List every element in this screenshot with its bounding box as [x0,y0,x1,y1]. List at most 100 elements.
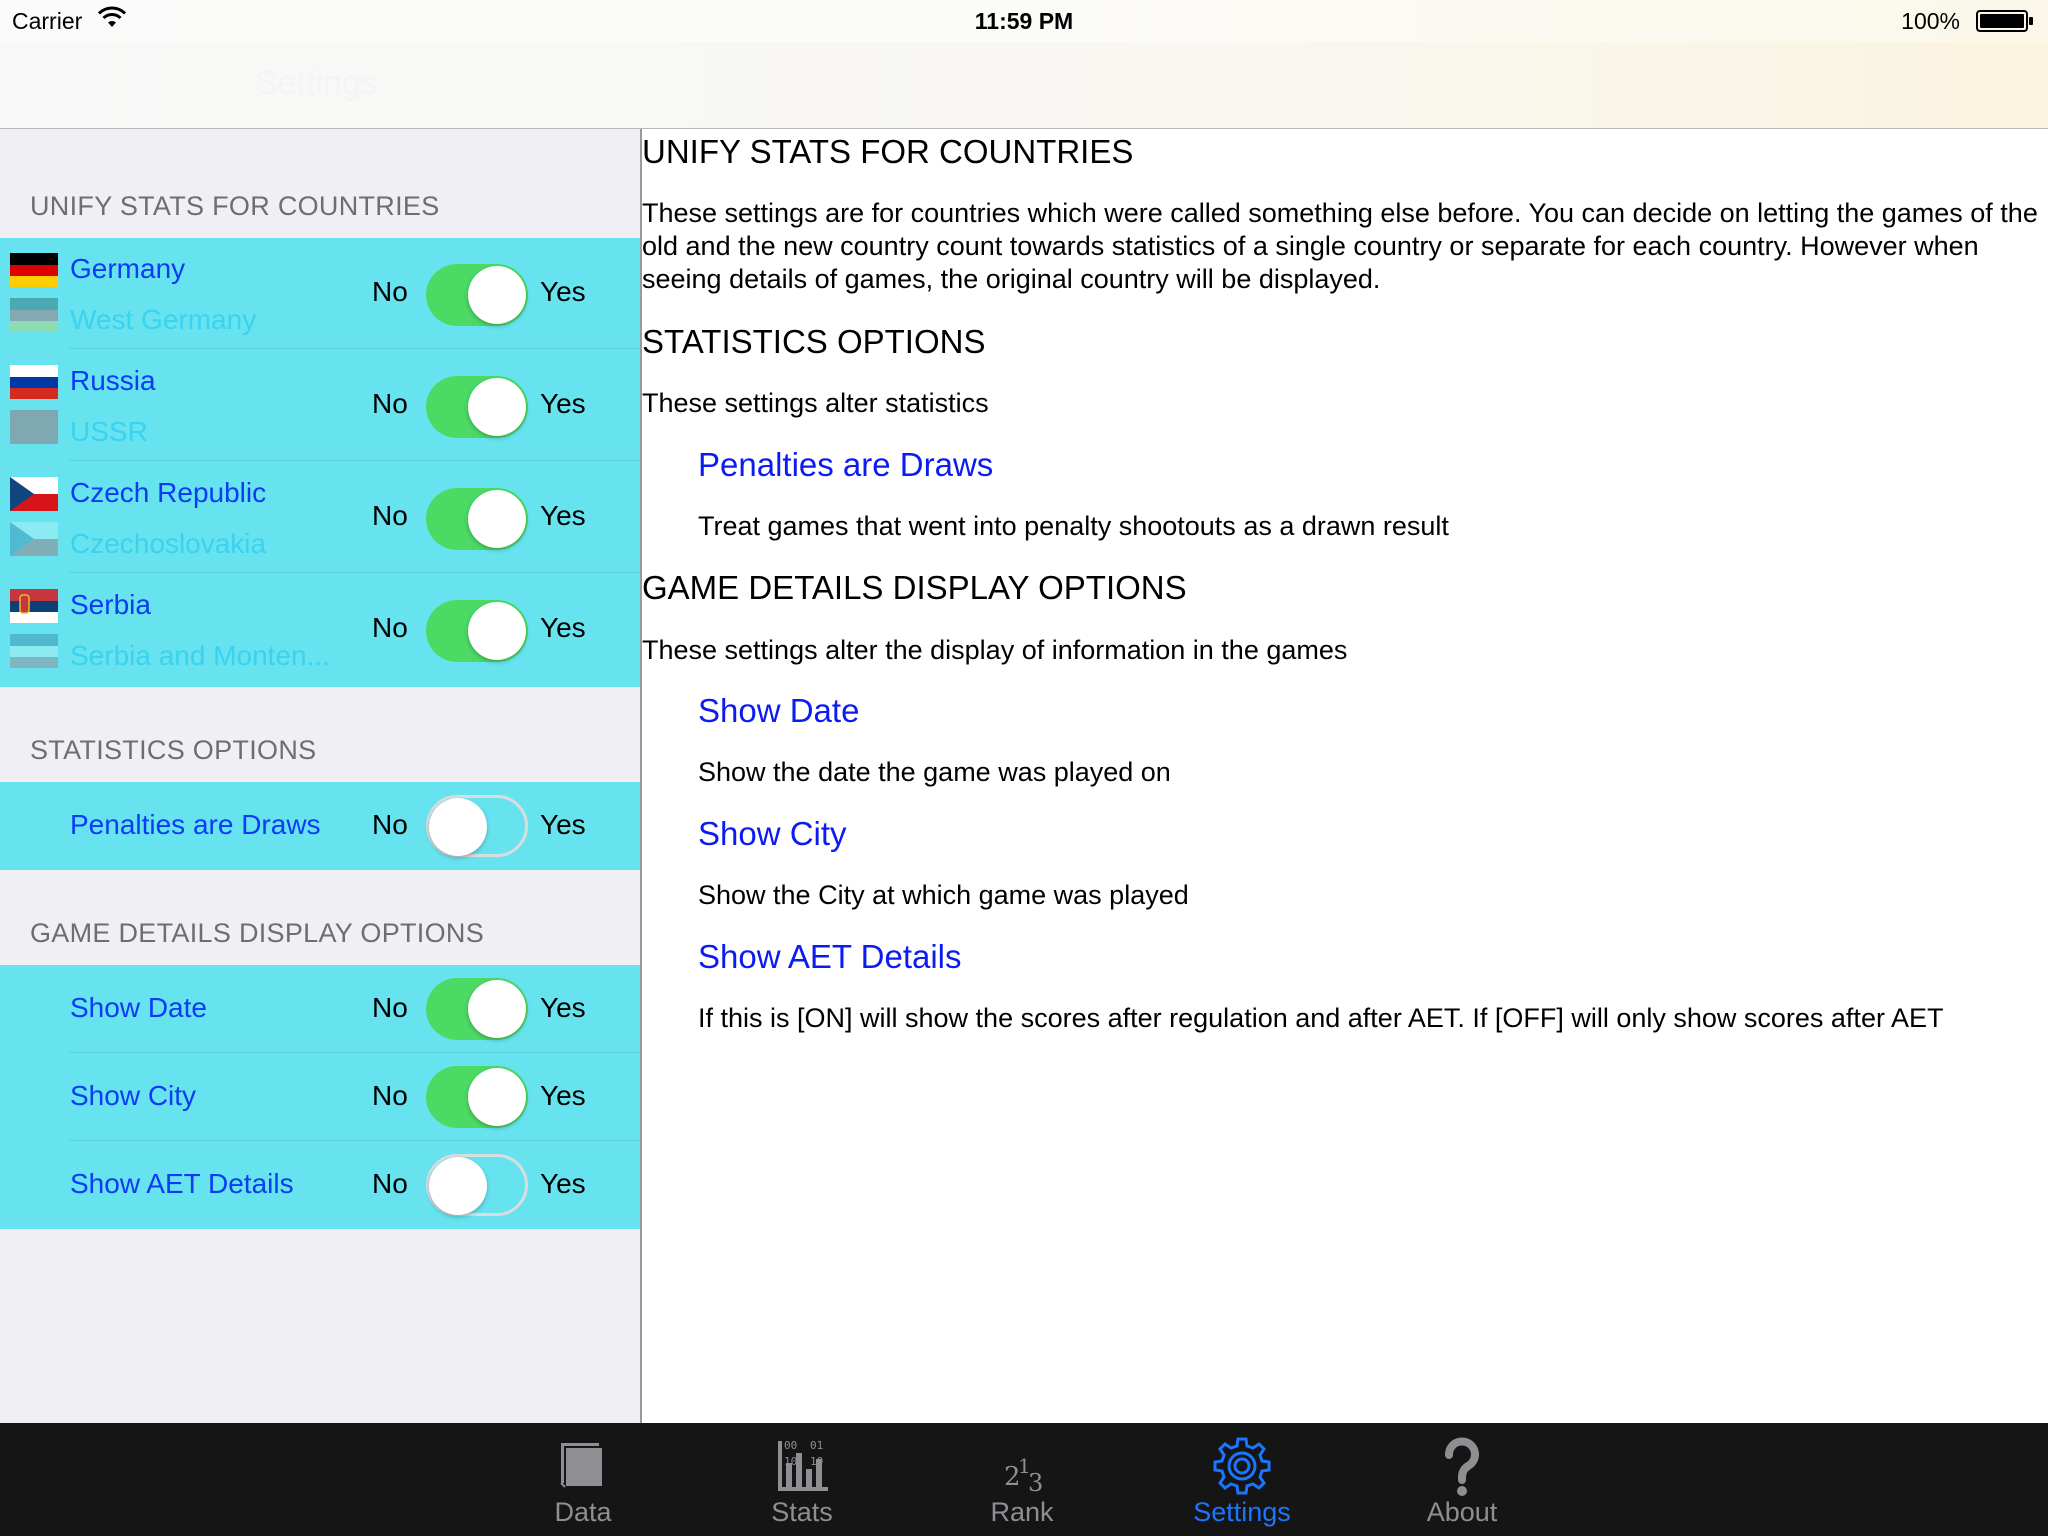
switch-no-label: No [372,1080,408,1111]
tab-about[interactable]: About [1372,1423,1552,1536]
svg-text:10: 10 [784,1455,797,1468]
game-details-options-group: Show Date No Yes Show City No Yes Show A… [0,965,640,1229]
unify-serbia-switch[interactable] [426,600,528,662]
option-label: Show AET Details [70,1168,294,1199]
rank-icon: 2 1 3 [1004,1454,1043,1497]
battery-percentage: 100% [1901,8,1960,34]
switch-yes-label: Yes [540,992,586,1023]
switch-no-label: No [372,276,408,307]
switch-no-label: No [372,809,408,840]
option-row-penalties-are-draws: Penalties are Draws No Yes [0,782,640,870]
help-desc-penalties-are-draws: Treat games that went into penalty shoot… [698,511,1449,541]
czechoslovakia-flag-icon [10,522,58,556]
section-header-unify: UNIFY STATS FOR COUNTRIES [30,191,440,221]
help-link-show-aet-details[interactable]: Show AET Details [698,938,962,976]
country-name: Russia [70,365,156,396]
switch-knob [429,798,487,856]
book-icon [560,1443,604,1488]
serbia-and-montenegro-flag-icon [10,634,58,668]
switch-yes-label: Yes [540,809,586,840]
show-city-switch[interactable] [426,1066,528,1128]
old-country-name: Czechoslovakia [70,528,267,559]
unify-row-germany: Germany West Germany No Yes [0,238,640,349]
help-desc-show-date: Show the date the game was played on [698,757,1171,787]
help-link-penalties-are-draws[interactable]: Penalties are Draws [698,446,993,484]
unify-germany-switch[interactable] [426,264,528,326]
switch-knob [468,980,526,1038]
question-mark-icon [1445,1437,1479,1496]
show-date-switch[interactable] [426,978,528,1040]
help-link-show-city[interactable]: Show City [698,815,847,853]
tab-bar: Data 00 01 10 10 Stats 2 1 3 Rank Settin… [0,1423,2048,1536]
gear-icon [1213,1437,1271,1495]
clock: 11:59 PM [974,8,1074,34]
option-row-show-city: Show City No Yes [0,1053,640,1141]
row-divider [70,572,640,573]
switch-yes-label: Yes [540,612,586,643]
section-header-game-details: GAME DETAILS DISPLAY OPTIONS [30,918,485,948]
help-text-statistics: These settings alter statistics [642,388,989,418]
option-label: Show Date [70,992,207,1023]
switch-yes-label: Yes [540,1080,586,1111]
tab-stats[interactable]: 00 01 10 10 Stats [712,1423,892,1536]
option-row-show-aet-details: Show AET Details No Yes [0,1141,640,1229]
help-desc-show-city: Show the City at which game was played [698,880,1189,910]
option-row-show-date: Show Date No Yes [0,965,640,1053]
help-link-show-date[interactable]: Show Date [698,692,859,730]
switch-knob [468,490,526,548]
switch-no-label: No [372,1168,408,1199]
switch-yes-label: Yes [540,276,586,307]
svg-text:3: 3 [1028,1469,1043,1497]
switch-knob [429,1157,487,1215]
penalties-are-draws-switch[interactable] [426,795,528,857]
status-bar: Carrier 11:59 PM 100% [0,0,2048,42]
section-header-statistics: STATISTICS OPTIONS [30,735,317,765]
switch-no-label: No [372,612,408,643]
tab-rank[interactable]: 2 1 3 Rank [932,1423,1112,1536]
tab-data[interactable]: Data [493,1423,673,1536]
switch-no-label: No [372,500,408,531]
show-aet-details-switch[interactable] [426,1154,528,1216]
settings-help-panel[interactable]: UNIFY STATS FOR COUNTRIES These settings… [642,129,2048,1423]
old-country-name: USSR [70,416,148,447]
switch-knob [468,1068,526,1126]
tab-label: Data [554,1497,612,1527]
west-germany-flag-icon [10,298,58,332]
help-heading-statistics: STATISTICS OPTIONS [642,323,986,360]
svg-text:01: 01 [810,1439,823,1452]
navigation-bar: Settings [0,42,2048,129]
help-text-game-details: These settings alter the display of info… [642,635,1348,665]
tab-label: Settings [1193,1497,1291,1527]
czech-flag-icon [10,477,58,511]
option-label: Penalties are Draws [70,809,321,840]
stats-icon: 00 01 10 10 [778,1439,828,1491]
unify-row-czech-republic: Czech Republic Czechoslovakia No Yes [0,462,640,573]
ussr-flag-icon [10,410,58,444]
unify-row-russia: Russia USSR No Yes [0,350,640,461]
help-text-unify: These settings are for countries which w… [642,198,2038,294]
nav-title: Settings [255,64,378,102]
settings-list-panel[interactable]: UNIFY STATS FOR COUNTRIES Germany West G… [0,129,642,1423]
unify-russia-switch[interactable] [426,376,528,438]
tab-label: Rank [990,1497,1054,1527]
switch-knob [468,266,526,324]
switch-knob [468,378,526,436]
switch-yes-label: Yes [540,500,586,531]
switch-yes-label: Yes [540,1168,586,1199]
country-name: Serbia [70,589,151,620]
unify-czech-republic-switch[interactable] [426,488,528,550]
switch-yes-label: Yes [540,388,586,419]
tab-label: Stats [771,1497,833,1527]
russia-flag-icon [10,365,58,399]
row-divider [70,348,640,349]
svg-text:00: 00 [784,1439,797,1452]
old-country-name: West Germany [70,304,257,335]
help-heading-unify: UNIFY STATS FOR COUNTRIES [642,133,1134,170]
old-country-name: Serbia and Monten... [70,640,330,671]
switch-no-label: No [372,992,408,1023]
svg-text:10: 10 [810,1455,823,1468]
unify-countries-group: Germany West Germany No Yes Russia USSR … [0,238,640,687]
country-name: Czech Republic [70,477,267,508]
tab-settings[interactable]: Settings [1152,1423,1332,1536]
row-divider [70,460,640,461]
